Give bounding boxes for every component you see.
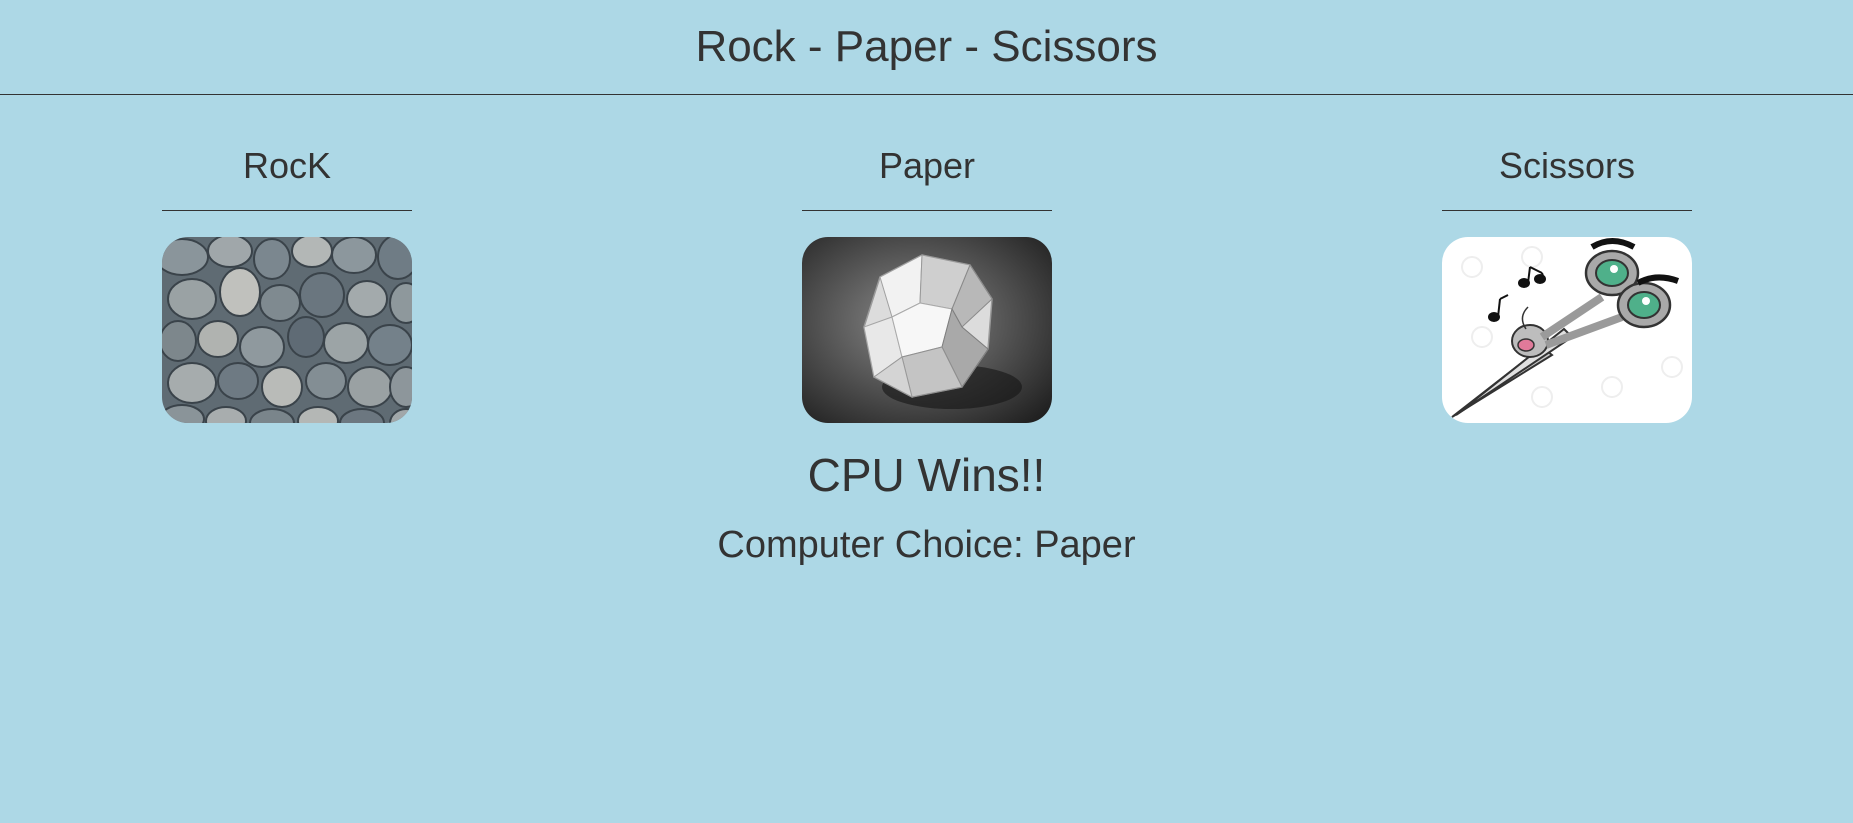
page-title: Rock - Paper - Scissors (695, 22, 1158, 71)
computer-choice: Computer Choice: Paper (717, 524, 1136, 566)
paper-label: Paper (802, 130, 1052, 211)
result-message: CPU Wins!! (807, 449, 1046, 501)
scissors-label: Scissors (1442, 130, 1692, 211)
paper-image[interactable] (802, 237, 1052, 423)
page-header: Rock - Paper - Scissors (0, 0, 1853, 95)
scissors-choice[interactable]: Scissors (1442, 130, 1692, 423)
paper-choice[interactable]: Paper (802, 130, 1052, 423)
scissors-image[interactable] (1442, 237, 1692, 423)
rock-image[interactable] (162, 237, 412, 423)
rock-choice[interactable]: RocK (162, 130, 412, 423)
rock-label: RocK (162, 130, 412, 211)
